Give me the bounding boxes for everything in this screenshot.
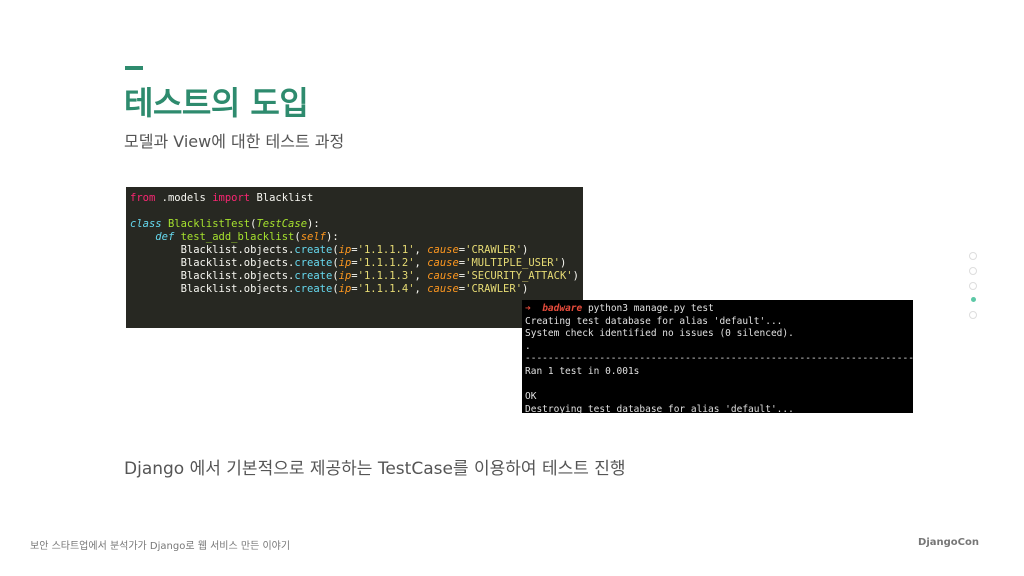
slide-body-text: Django 에서 기본적으로 제공하는 TestCase를 이용하여 테스트 …: [124, 459, 626, 479]
pagination-dot[interactable]: [969, 282, 977, 290]
code-line-import: from .models import Blacklist: [130, 192, 314, 204]
footer-event-name: DjangoCon: [918, 537, 979, 548]
footer-presentation-title: 보안 스타트업에서 분석가가 Django로 웹 서비스 만든 이야기: [30, 541, 291, 552]
pagination-dot-active[interactable]: [971, 297, 976, 302]
slide-pagination: [969, 252, 981, 326]
terminal-screenshot: ➜ badware python3 manage.py test Creatin…: [522, 300, 913, 415]
title-accent-bar: [125, 66, 143, 70]
terminal-line: System check identified no issues (0 sil…: [525, 328, 794, 340]
terminal-prompt: ➜ badware python3 manage.py test: [525, 303, 714, 314]
code-line-def: def test_add_blacklist(self):: [155, 231, 339, 243]
prompt-arrow-icon: ➜: [525, 303, 531, 314]
terminal-line: ----------------------------------------…: [525, 353, 913, 365]
terminal-line: .: [525, 340, 531, 352]
code-line-call: Blacklist.objects.create(ip='1.1.1.1', c…: [180, 244, 529, 256]
code-screenshot: from .models import Blacklist class Blac…: [126, 187, 583, 328]
slide-subtitle: 모델과 View에 대한 테스트 과정: [124, 132, 345, 151]
pagination-dot[interactable]: [969, 311, 977, 319]
terminal-line: Ran 1 test in 0.001s: [525, 365, 640, 377]
pagination-dot[interactable]: [969, 267, 977, 275]
code-line-call: Blacklist.objects.create(ip='1.1.1.4', c…: [180, 283, 529, 295]
code-line-class: class BlacklistTest(TestCase):: [130, 218, 320, 230]
terminal-line: Creating test database for alias 'defaul…: [525, 315, 783, 327]
code-line-call: Blacklist.objects.create(ip='1.1.1.2', c…: [180, 257, 567, 269]
code-line-call: Blacklist.objects.create(ip='1.1.1.3', c…: [180, 270, 579, 282]
terminal-line: Destroying test database for alias 'defa…: [525, 403, 794, 415]
slide-title: 테스트의 도입: [124, 84, 309, 122]
terminal-line: OK: [525, 391, 537, 403]
pagination-dot[interactable]: [969, 252, 977, 260]
